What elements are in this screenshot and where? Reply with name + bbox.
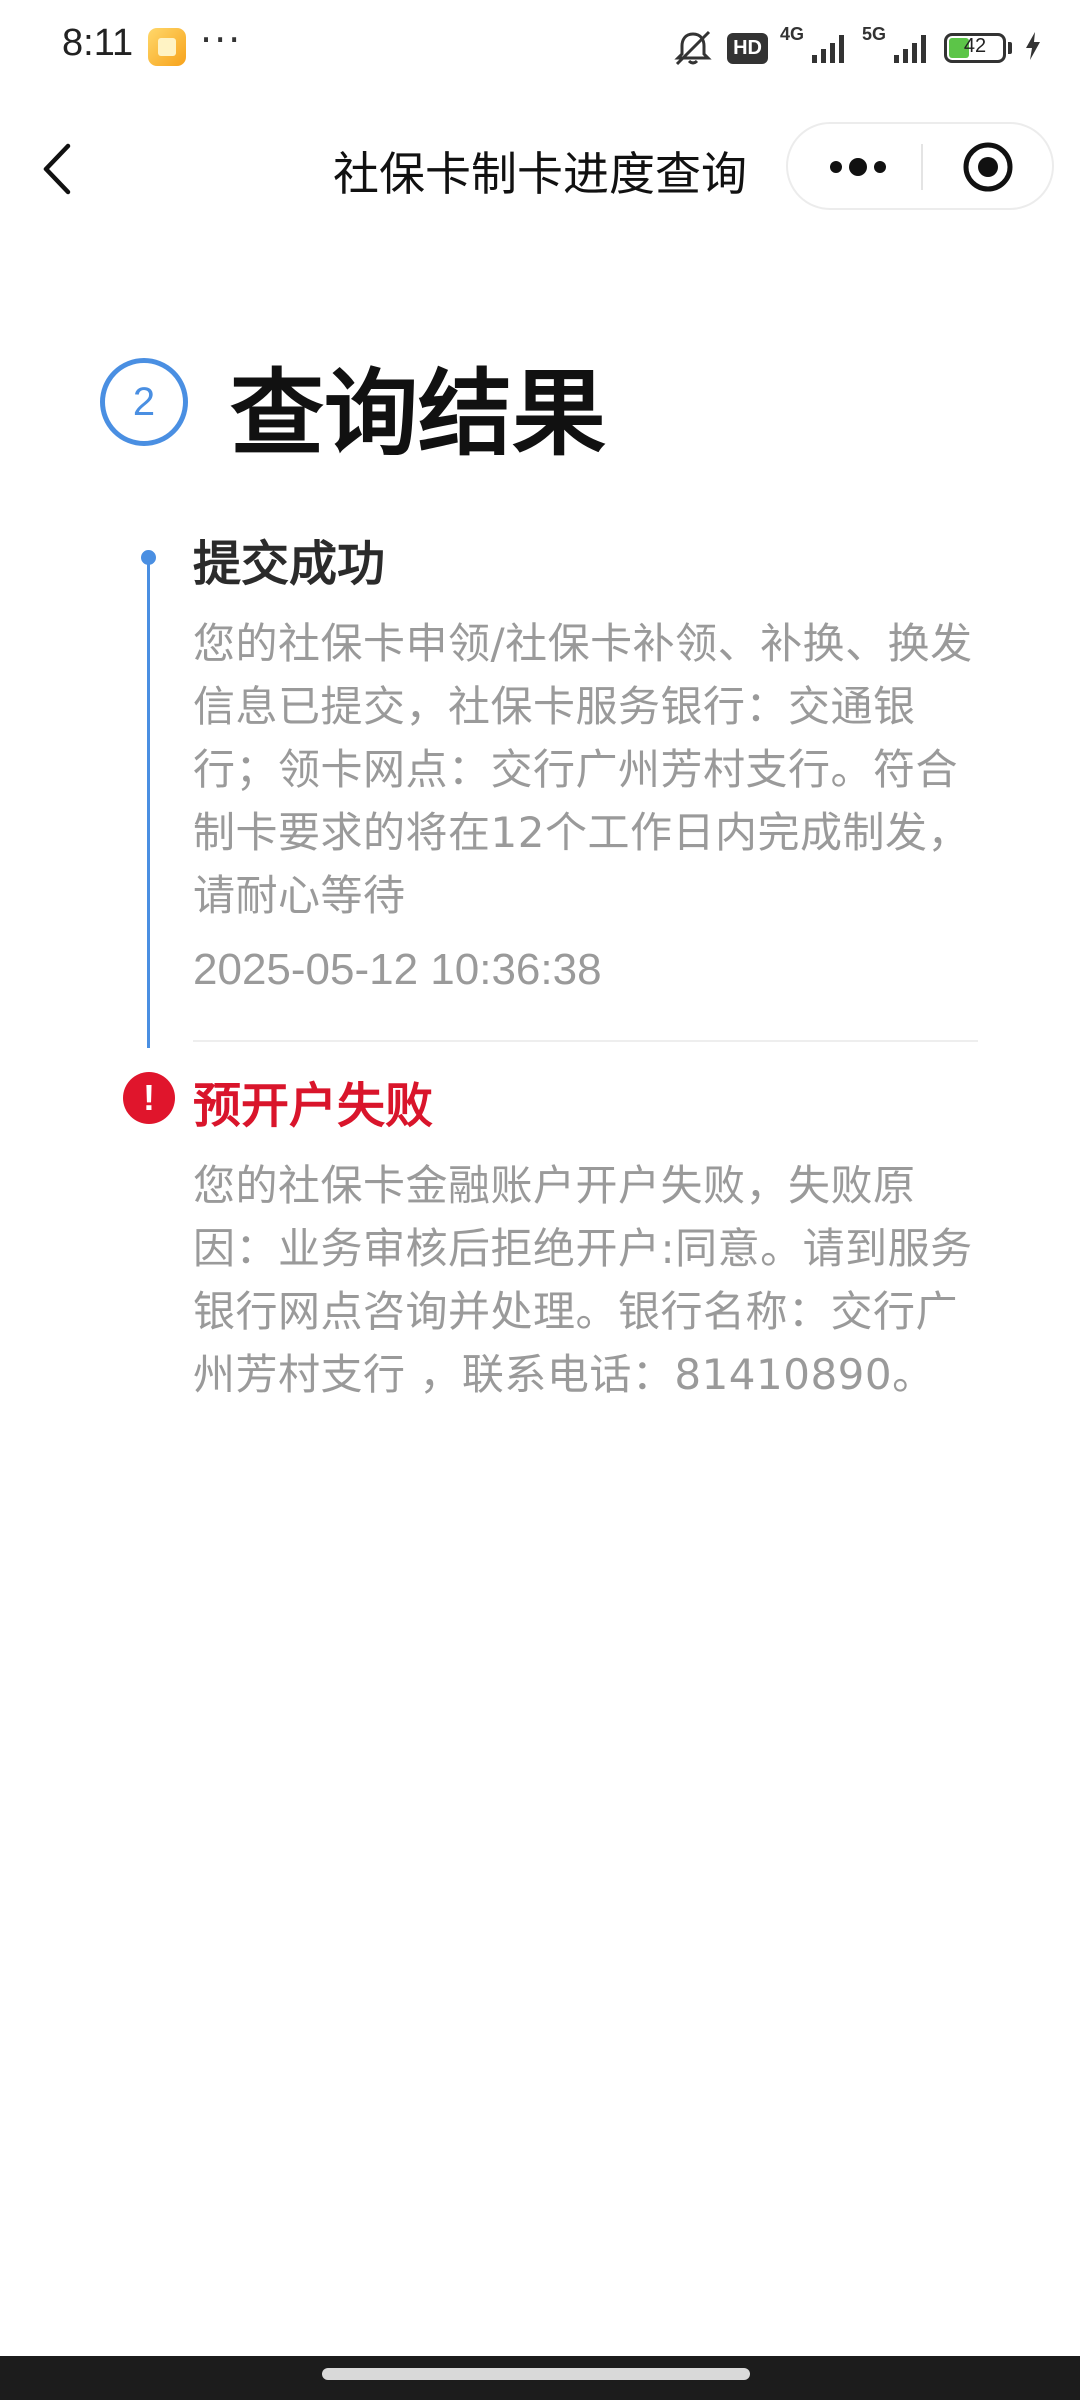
signal-5g-icon	[892, 31, 932, 65]
notification-app-icon	[148, 28, 186, 66]
battery-percent: 42	[963, 35, 987, 57]
battery-tip	[1008, 42, 1012, 54]
battery-icon: 42	[944, 33, 1006, 63]
timeline-dot	[141, 550, 156, 565]
status-time: 8:11	[62, 22, 134, 64]
status-bar: 8:11 ··· HD 4G 5G 42	[0, 0, 1080, 96]
timeline-event-submitted: 提交成功 您的社保卡申领/社保卡补领、补换、换发信息已提交，社保卡服务银行：交通…	[193, 534, 983, 995]
charging-icon	[1024, 31, 1042, 65]
step-number-badge: 2	[100, 358, 188, 446]
result-title: 查询结果	[230, 360, 607, 469]
network-4g-label: 4G	[779, 24, 804, 44]
status-icons: HD 4G 5G 42	[671, 24, 1042, 72]
timeline-line	[147, 558, 150, 1048]
home-indicator[interactable]	[322, 2368, 750, 2380]
mute-icon	[671, 28, 715, 68]
event-title: 预开户失败	[193, 1078, 434, 1134]
close-target-icon	[963, 142, 1013, 192]
event-description: 您的社保卡金融账户开户失败，失败原因：业务审核后拒绝开户:同意。请到服务银行网点…	[193, 1161, 973, 1399]
status-more-indicator: ···	[200, 18, 243, 62]
capsule-divider	[921, 144, 923, 190]
more-dots-icon	[830, 158, 886, 176]
back-button[interactable]	[30, 136, 90, 202]
nav-bar: 社保卡制卡进度查询	[0, 110, 1080, 230]
close-mini-program-button[interactable]	[938, 134, 1038, 200]
page: 8:11 ··· HD 4G 5G 42 社保卡制卡进度查询 2 查询结果 提交…	[0, 0, 1080, 2400]
hd-badge: HD	[727, 32, 768, 64]
signal-4g-icon	[810, 31, 850, 65]
event-divider	[193, 1040, 978, 1042]
error-alert-icon: !	[123, 1072, 175, 1124]
back-chevron-icon	[43, 143, 71, 195]
mini-program-capsule	[786, 122, 1054, 210]
page-title: 社保卡制卡进度查询	[333, 147, 747, 201]
network-5g-label: 5G	[861, 24, 886, 44]
event-description: 您的社保卡申领/社保卡补领、补换、换发信息已提交，社保卡服务银行：交通银行；领卡…	[193, 619, 973, 920]
event-timestamp: 2025-05-12 10:36:38	[193, 945, 602, 994]
timeline-event-pre-account-failed: 预开户失败 您的社保卡金融账户开户失败，失败原因：业务审核后拒绝开户:同意。请到…	[193, 1076, 983, 1406]
event-title: 提交成功	[193, 536, 386, 592]
more-menu-button[interactable]	[808, 134, 908, 200]
system-navigation-bar	[0, 2356, 1080, 2400]
